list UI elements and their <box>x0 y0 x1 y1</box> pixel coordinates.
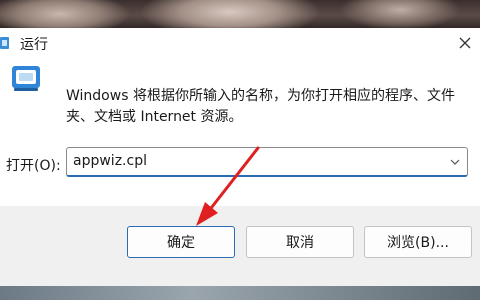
desktop-wallpaper <box>0 0 480 30</box>
run-icon <box>0 37 9 49</box>
open-label: 打开(O): <box>6 158 61 174</box>
command-value: appwiz.cpl <box>73 153 147 169</box>
close-icon <box>459 37 471 49</box>
cancel-button[interactable]: 取消 <box>246 226 354 258</box>
window-title: 运行 <box>20 37 48 53</box>
run-dialog-icon <box>12 66 40 91</box>
run-description: Windows 将根据你所输入的名称，为你打开相应的程序、文件夹、文档或 Int… <box>66 88 455 125</box>
close-button[interactable] <box>450 28 480 58</box>
chevron-down-icon[interactable] <box>449 156 461 168</box>
browse-button[interactable]: 浏览(B)... <box>364 226 472 258</box>
screen: 运行 Windows 将根据你所输入的名称，为你打开相应的程序、文件夹、文档或 … <box>0 0 480 300</box>
desktop-wallpaper-bottom <box>0 286 480 300</box>
title-bar: 运行 <box>0 28 480 58</box>
ok-button[interactable]: 确定 <box>127 226 235 258</box>
command-input[interactable]: appwiz.cpl <box>66 147 468 177</box>
